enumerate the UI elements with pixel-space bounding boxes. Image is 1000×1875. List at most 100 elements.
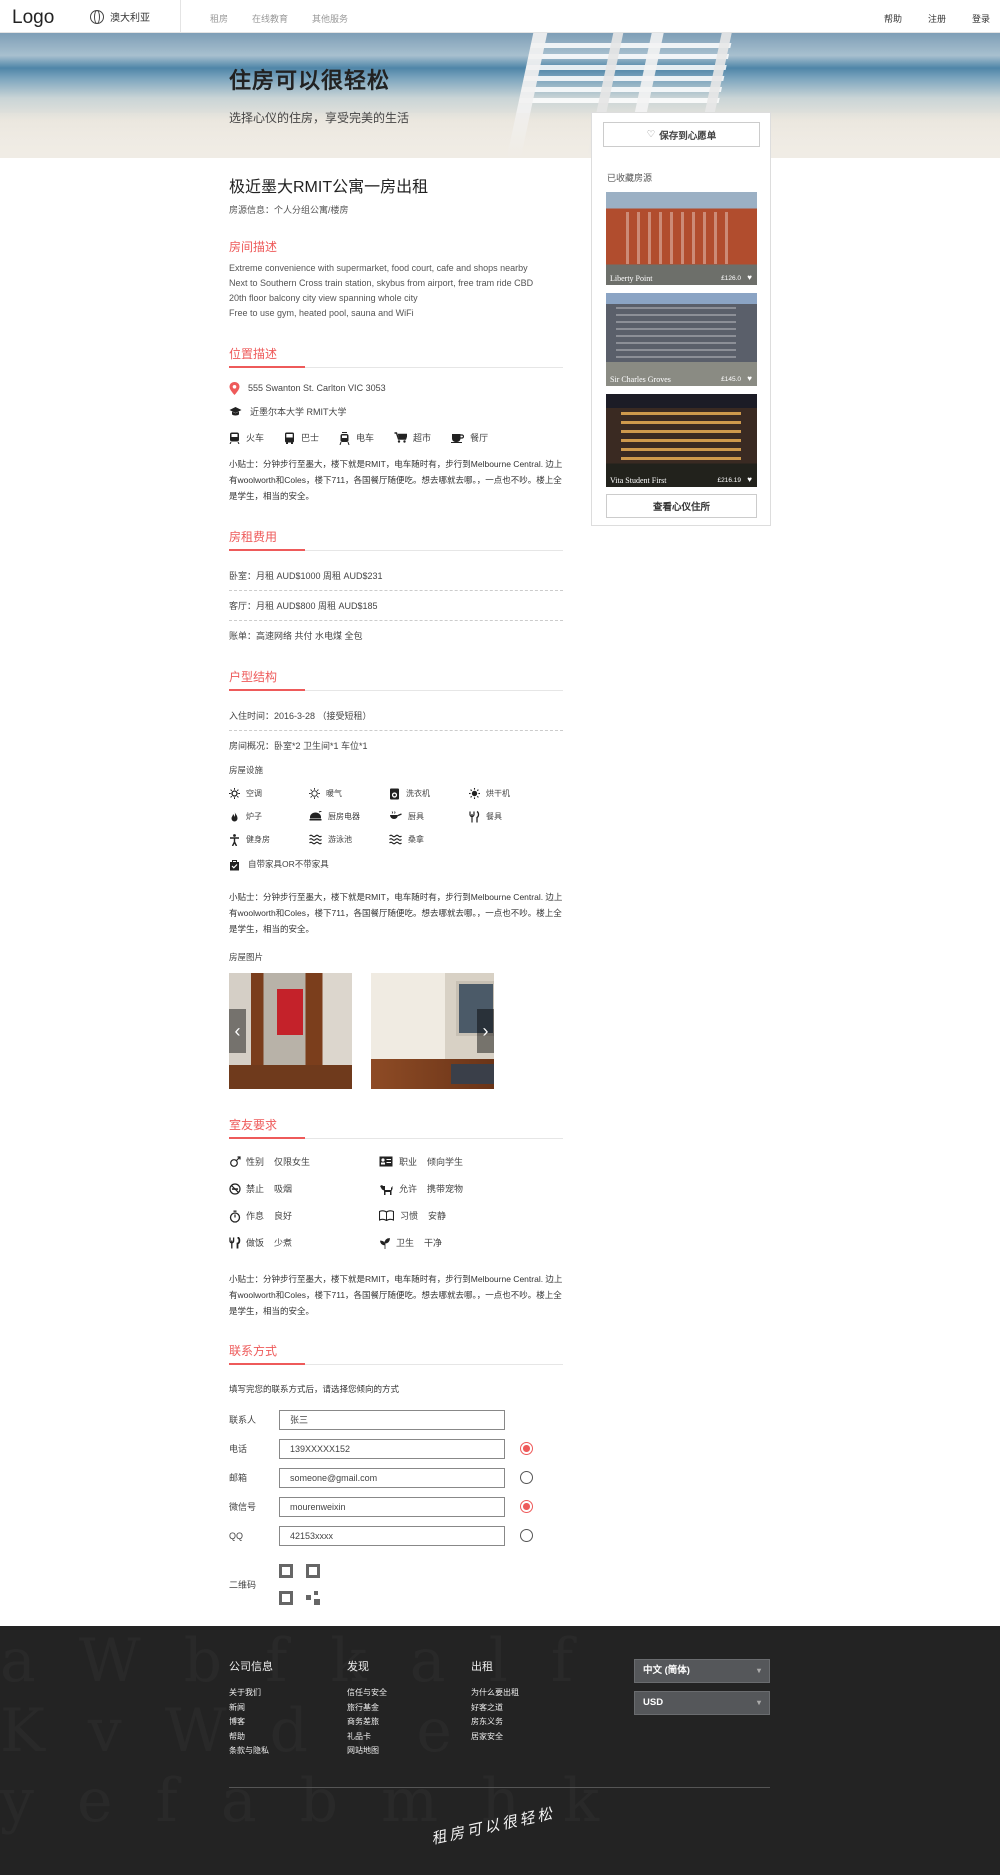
contact-name-input[interactable] <box>279 1409 505 1430</box>
globe-icon <box>90 9 104 24</box>
qr-finder <box>279 1591 293 1605</box>
bag-check-icon <box>229 859 240 870</box>
footer-link[interactable]: 新闻 <box>229 1701 273 1716</box>
wechat-preference-radio[interactable] <box>520 1500 533 1513</box>
contact-intro: 填写完您的联系方式后，请选择您倾向的方式 <box>229 1384 400 1394</box>
section-heading: 联系方式 <box>229 1342 563 1365</box>
footer-link[interactable]: 旅行基金 <box>347 1701 387 1716</box>
roommate-section: 室友要求 性别 仅限女生 职业 倾向学生 禁止 吸烟 允许 携带宠物 作息 良好 习惯 安静… <box>229 1116 563 1319</box>
facilities-label: 房屋设施 <box>229 765 264 775</box>
contact-row-qq: QQ <box>229 1521 563 1550</box>
washing-machine-icon <box>389 788 400 800</box>
field-label: 微信号 <box>229 1502 257 1512</box>
help-link[interactable]: 帮助 <box>884 12 902 25</box>
footer-link[interactable]: 房东义务 <box>471 1715 519 1730</box>
requirement-hygiene: 卫生 干净 <box>379 1236 529 1249</box>
login-link[interactable]: 登录 <box>972 12 990 25</box>
requirement-value: 安静 <box>428 1211 447 1221</box>
nav-other-services[interactable]: 其他服务 <box>312 12 348 25</box>
footer-link[interactable]: 条款与隐私 <box>229 1744 273 1759</box>
description-line: Extreme convenience with supermarket, fo… <box>229 263 528 273</box>
description-section: 房间描述 Extreme convenience with supermarke… <box>229 238 563 321</box>
save-label: 保存到心愿单 <box>659 130 717 142</box>
address-text: 555 Swanton St. Carlton VIC 3053 <box>248 382 386 393</box>
amenity-label: 炉子 <box>246 812 262 821</box>
section-heading: 房租费用 <box>229 528 563 551</box>
qr-code-icon[interactable] <box>279 1564 320 1605</box>
logo[interactable]: Logo <box>12 7 54 29</box>
saved-listing-card[interactable]: Sir Charles Groves £145.0 ♥ <box>606 293 757 386</box>
currency-select[interactable]: USD <box>634 1691 770 1715</box>
qr-row: 二维码 <box>229 1564 563 1605</box>
saved-listing-card[interactable]: Vita Student First £216.19 ♥ <box>606 394 757 487</box>
card-price: £145.0 <box>721 376 741 383</box>
save-to-wishlist-button[interactable]: ♡ 保存到心愿单 <box>603 122 760 147</box>
footer-link[interactable]: 博客 <box>229 1715 273 1730</box>
contact-row-name: 联系人 <box>229 1405 563 1434</box>
wishlist-sidebar: ♡ 保存到心愿单 已收藏房源 Liberty Point £126.0 ♥ Si… <box>591 112 771 526</box>
wechat-input[interactable] <box>279 1496 505 1517</box>
requirement-key: 性别 <box>246 1157 265 1167</box>
language-select[interactable]: 中文 (简体) <box>634 1659 770 1683</box>
room-photo[interactable]: ‹ <box>229 973 352 1089</box>
email-preference-radio[interactable] <box>520 1471 533 1484</box>
nav-rent[interactable]: 租房 <box>210 12 228 25</box>
view-favorites-button[interactable]: 查看心仪住所 <box>606 494 757 518</box>
amenity-label: 游泳池 <box>328 835 352 844</box>
footer-link[interactable]: 好客之道 <box>471 1701 519 1716</box>
requirement-key: 做饭 <box>246 1238 265 1248</box>
card-photo <box>616 307 736 363</box>
requirement-key: 作息 <box>246 1211 265 1221</box>
amenity: 餐具 <box>469 810 549 823</box>
amenity: 空调 <box>229 788 309 799</box>
overview-row: 房间概况：卧室*2 卫生间*1 车位*1 <box>229 741 368 751</box>
kitchen-appliance-icon <box>309 810 322 822</box>
heart-icon[interactable]: ♥ <box>747 374 752 383</box>
card-photo <box>626 212 736 264</box>
footer-link[interactable]: 帮助 <box>229 1730 273 1745</box>
amenity-label: 暖气 <box>326 789 342 798</box>
cutlery-icon <box>469 810 480 823</box>
saved-listings-label: 已收藏房源 <box>607 173 653 183</box>
amenity: 厨具 <box>389 811 469 822</box>
location-section: 位置描述 555 Swanton St. Carlton VIC 3053 近墨… <box>229 345 563 504</box>
amenity: 游泳池 <box>309 834 389 845</box>
heart-icon[interactable]: ♥ <box>747 475 752 484</box>
description-lines: Extreme convenience with supermarket, fo… <box>229 261 563 321</box>
phone-preference-radio[interactable] <box>520 1442 533 1455</box>
open-book-icon <box>378 1210 395 1222</box>
gender-icon <box>229 1156 241 1167</box>
location-pin-icon <box>229 382 240 395</box>
transport-label: 火车 <box>246 433 265 443</box>
region-selector[interactable]: 澳大利亚 <box>90 0 181 33</box>
qq-preference-radio[interactable] <box>520 1529 533 1542</box>
heart-icon[interactable]: ♥ <box>747 273 752 282</box>
school-text: 近墨尔本大学 RMIT大学 <box>250 407 347 417</box>
footer-link[interactable]: 居家安全 <box>471 1730 519 1745</box>
listing-main: 极近墨大RMIT公寓一房出租 房源信息：个人分组公寓/楼房 房间描述 Extre… <box>229 170 563 1605</box>
nav-education[interactable]: 在线教育 <box>252 12 288 25</box>
flame-icon <box>229 811 240 822</box>
saved-listing-card[interactable]: Liberty Point £126.0 ♥ <box>606 192 757 285</box>
gallery-prev-button[interactable]: ‹ <box>229 1009 246 1053</box>
footer-link[interactable]: 为什么要出租 <box>471 1686 519 1701</box>
footer-link[interactable]: 关于我们 <box>229 1686 273 1701</box>
room-photo[interactable]: › <box>371 973 494 1089</box>
bus-icon <box>284 432 295 444</box>
register-link[interactable]: 注册 <box>928 12 946 25</box>
email-input[interactable] <box>279 1467 505 1488</box>
phone-input[interactable] <box>279 1438 505 1459</box>
footer-link[interactable]: 商务差旅 <box>347 1715 387 1730</box>
footer-link[interactable]: 网站地图 <box>347 1744 387 1759</box>
transport-tram: 电车 <box>339 431 374 446</box>
amenity-label: 厨具 <box>408 812 424 821</box>
footer: a W b f k a l fK v W d f ey e f a b m h … <box>0 1626 1000 1875</box>
school-row: 近墨尔本大学 RMIT大学 <box>229 405 563 418</box>
dryer-icon <box>469 788 480 799</box>
gallery-next-button[interactable]: › <box>477 1009 494 1053</box>
footer-link[interactable]: 信任与安全 <box>347 1686 387 1701</box>
footer-link[interactable]: 礼品卡 <box>347 1730 387 1745</box>
qq-input[interactable] <box>279 1525 505 1546</box>
requirement-cooking: 做饭 少煮 <box>229 1236 379 1249</box>
transport-bus: 巴士 <box>284 431 319 444</box>
